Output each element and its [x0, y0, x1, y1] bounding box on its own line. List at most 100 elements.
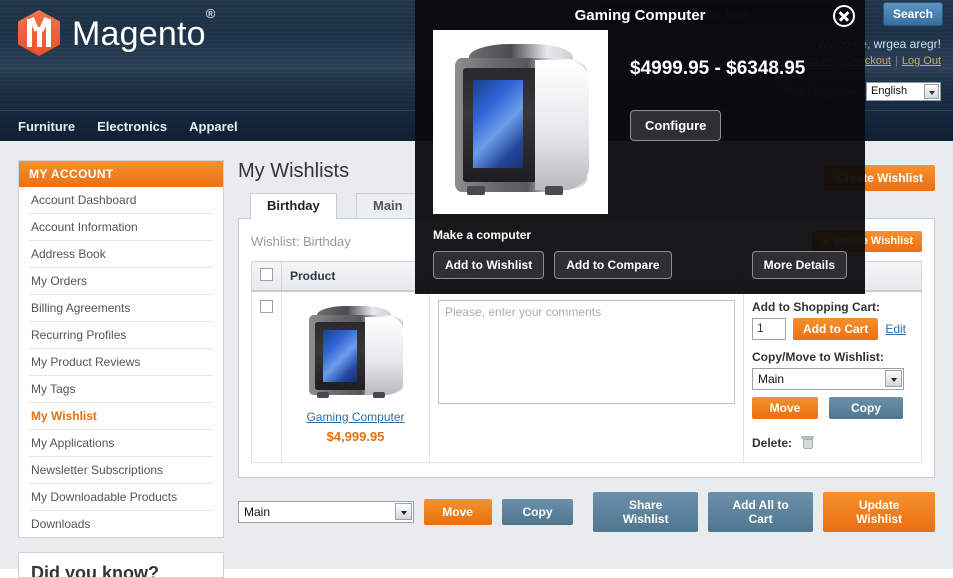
sidebar-link-my-orders[interactable]: My Orders	[29, 268, 213, 294]
row-move-copy-row: Move Copy	[752, 397, 913, 419]
modal-description: Make a computer	[433, 228, 532, 242]
my-account-block: MY ACCOUNT Account Dashboard Account Inf…	[18, 160, 224, 538]
update-wishlist-button[interactable]: Update Wishlist	[823, 492, 936, 532]
magento-logo-icon	[18, 10, 60, 56]
configure-button[interactable]: Configure	[630, 110, 722, 141]
nav-item-electronics[interactable]: Electronics	[97, 119, 167, 134]
welcome-username: wrgea aregr!	[873, 37, 941, 51]
wishlist-name: Wishlist: Birthday	[251, 233, 351, 249]
sidebar-link-account-information[interactable]: Account Information	[29, 214, 213, 240]
sidebar-link-my-applications[interactable]: My Applications	[29, 430, 213, 456]
table-row: Gaming Computer $4,999.95 Please, enter …	[251, 290, 922, 463]
sidebar-item-recurring-profiles[interactable]: Recurring Profiles	[29, 322, 213, 349]
tab-birthday[interactable]: Birthday	[250, 193, 337, 219]
wishlist-table-body: Gaming Computer $4,999.95 Please, enter …	[251, 290, 922, 463]
modal-info: $4999.95 - $6348.95 Configure	[630, 30, 805, 214]
logo-wordmark: Magento	[72, 14, 206, 53]
wishlist-footer-actions: Main Move Copy Share Wishlist Add All to…	[238, 492, 936, 532]
copy-move-label: Copy/Move to Wishlist:	[752, 350, 884, 364]
sidebar-item-my-orders[interactable]: My Orders	[29, 268, 213, 295]
product-name-link[interactable]: Gaming Computer	[290, 410, 421, 424]
sidebar: MY ACCOUNT Account Dashboard Account Inf…	[18, 160, 224, 578]
sidebar-item-my-product-reviews[interactable]: My Product Reviews	[29, 349, 213, 376]
sidebar-item-my-downloadable-products[interactable]: My Downloadable Products	[29, 484, 213, 511]
delete-label: Delete:	[752, 436, 793, 450]
sidebar-item-account-dashboard[interactable]: Account Dashboard	[29, 187, 213, 214]
sidebar-link-downloads[interactable]: Downloads	[29, 511, 213, 537]
sidebar-link-recurring-profiles[interactable]: Recurring Profiles	[29, 322, 213, 348]
footer-wishlist-select[interactable]: Main	[238, 501, 414, 523]
site-logo[interactable]: Magento®	[18, 6, 216, 56]
add-to-cart-row: 1 Add to Cart Edit	[752, 318, 913, 340]
sidebar-link-my-tags[interactable]: My Tags	[29, 376, 213, 402]
nav-item-apparel[interactable]: Apparel	[189, 119, 237, 134]
product-cell: Gaming Computer $4,999.95	[281, 290, 430, 463]
logout-link[interactable]: Log Out	[902, 55, 941, 67]
select-all-checkbox[interactable]	[260, 268, 273, 281]
footer-copy-button[interactable]: Copy	[501, 499, 574, 525]
sidebar-item-account-information[interactable]: Account Information	[29, 214, 213, 241]
product-thumbnail[interactable]	[294, 300, 417, 404]
footer-wishlist-select-value: Main	[244, 505, 271, 519]
did-you-know-title: Did you know?	[31, 563, 159, 578]
sidebar-item-my-tags[interactable]: My Tags	[29, 376, 213, 403]
chevron-down-icon	[885, 370, 902, 387]
modal-price: $4999.95 - $6348.95	[630, 58, 806, 79]
sidebar-item-address-book[interactable]: Address Book	[29, 241, 213, 268]
row-wishlist-select-value: Main	[758, 372, 785, 386]
add-all-to-cart-button[interactable]: Add All to Cart	[707, 492, 814, 532]
sidebar-link-my-wishlist[interactable]: My Wishlist	[29, 403, 213, 429]
search-button[interactable]: Search	[883, 2, 943, 26]
add-to-cart-button[interactable]: Add to Cart	[793, 318, 879, 340]
delete-row: Delete:	[752, 435, 913, 450]
row-wishlist-select[interactable]: Main	[752, 368, 904, 390]
link-separator-2: |	[895, 55, 898, 67]
th-select-all[interactable]	[251, 261, 282, 292]
modal-product-image	[433, 30, 608, 214]
add-to-cart-label: Add to Shopping Cart:	[752, 300, 880, 314]
comment-cell: Please, enter your comments	[429, 290, 744, 463]
sidebar-item-my-wishlist[interactable]: My Wishlist	[29, 403, 213, 430]
sidebar-link-billing-agreements[interactable]: Billing Agreements	[29, 295, 213, 321]
language-select-value: English	[871, 85, 908, 97]
modal-add-to-compare-button[interactable]: Add to Compare	[554, 251, 672, 279]
row-copy-button[interactable]: Copy	[829, 397, 903, 419]
nav-item-furniture[interactable]: Furniture	[18, 119, 75, 134]
edit-link[interactable]: Edit	[885, 322, 906, 336]
quantity-input[interactable]: 1	[752, 318, 786, 340]
modal-actions: Add to Wishlist Add to Compare More Deta…	[415, 242, 865, 279]
sidebar-link-my-downloadable-products[interactable]: My Downloadable Products	[29, 484, 213, 510]
chevron-down-icon	[394, 503, 412, 520]
actions-cell: Add to Shopping Cart: 1 Add to Cart Edit…	[743, 290, 922, 463]
logo-registered-mark: ®	[205, 6, 216, 22]
trash-icon[interactable]	[800, 435, 815, 450]
sidebar-title: MY ACCOUNT	[19, 161, 223, 187]
product-quickview-modal: Gaming Computer $4999.95 - $6348.95 Conf…	[415, 0, 865, 294]
sidebar-item-downloads[interactable]: Downloads	[29, 511, 213, 537]
sidebar-link-address-book[interactable]: Address Book	[29, 241, 213, 267]
sidebar-link-newsletter-subscriptions[interactable]: Newsletter Subscriptions	[29, 457, 213, 483]
modal-add-to-wishlist-button[interactable]: Add to Wishlist	[433, 251, 545, 279]
modal-more-details-button[interactable]: More Details	[751, 251, 847, 279]
sidebar-link-my-product-reviews[interactable]: My Product Reviews	[29, 349, 213, 375]
comment-textarea[interactable]: Please, enter your comments	[438, 300, 735, 404]
did-you-know-block: Did you know?	[18, 552, 224, 578]
language-select[interactable]: English	[866, 82, 941, 101]
product-price: $4,999.95	[326, 429, 385, 444]
modal-title: Gaming Computer	[574, 7, 706, 24]
sidebar-menu: Account Dashboard Account Information Ad…	[19, 187, 223, 537]
sidebar-item-my-applications[interactable]: My Applications	[29, 430, 213, 457]
tab-main[interactable]: Main	[356, 193, 420, 219]
row-checkbox[interactable]	[260, 300, 273, 313]
footer-move-button[interactable]: Move	[423, 499, 492, 525]
row-move-button[interactable]: Move	[752, 397, 818, 419]
chevron-down-icon	[924, 84, 939, 99]
share-wishlist-button[interactable]: Share Wishlist	[593, 492, 698, 532]
close-icon[interactable]	[833, 5, 855, 27]
logo-text: Magento®	[72, 6, 216, 54]
modal-body: $4999.95 - $6348.95 Configure	[415, 30, 865, 214]
sidebar-link-account-dashboard[interactable]: Account Dashboard	[29, 187, 213, 213]
row-select-cell[interactable]	[251, 290, 282, 463]
sidebar-item-newsletter-subscriptions[interactable]: Newsletter Subscriptions	[29, 457, 213, 484]
sidebar-item-billing-agreements[interactable]: Billing Agreements	[29, 295, 213, 322]
